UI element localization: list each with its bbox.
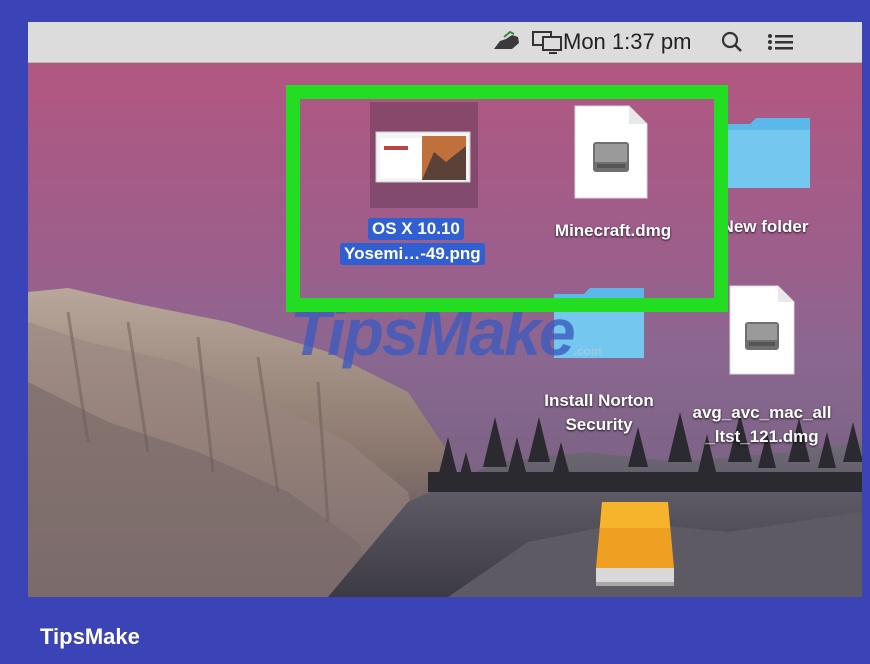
external-drive-icon: [596, 502, 674, 586]
notification-list-icon[interactable]: [766, 29, 796, 55]
file-label-norton-line2[interactable]: Security: [524, 414, 674, 436]
file-label-avg-line1[interactable]: avg_avc_mac_all: [678, 402, 846, 424]
desktop-screen: Mon 1:37 pm OS X 10.10 Yosemi…-49.png Mi…: [28, 22, 862, 597]
selection-highlight-box: [286, 85, 728, 312]
file-label-norton-line1[interactable]: Install Norton: [524, 390, 674, 412]
disk-image-file-icon: [729, 285, 795, 375]
menu-bar: Mon 1:37 pm: [28, 22, 862, 63]
watermark-suffix: .com: [573, 344, 602, 358]
menubar-clock[interactable]: Mon 1:37 pm: [563, 29, 691, 55]
folder-icon: [720, 118, 810, 188]
footer-brand: TipsMake: [40, 624, 140, 649]
desktop-file-avg-dmg[interactable]: [728, 284, 796, 376]
file-label-avg-line2[interactable]: _ltst_121.dmg: [678, 426, 846, 448]
display-mirror-icon[interactable]: [531, 29, 565, 55]
desktop-folder-new[interactable]: [718, 114, 812, 192]
search-icon[interactable]: [720, 29, 744, 55]
hand-icon[interactable]: [492, 29, 522, 55]
desktop-external-drive[interactable]: [594, 498, 676, 588]
